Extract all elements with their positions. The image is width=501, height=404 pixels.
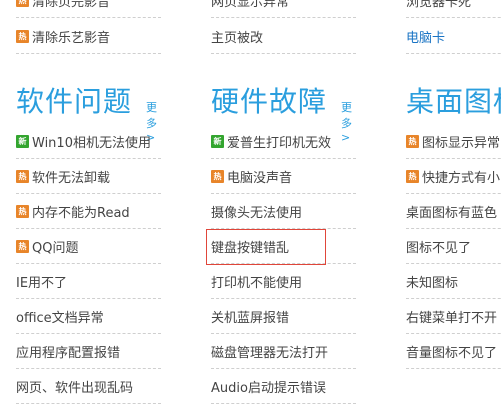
hot-badge-icon: 热 [406,169,419,183]
list-item[interactable]: 打印机不能使用 [211,264,356,299]
item-label: 打印机不能使用 [211,275,303,291]
item-label: 网页显示异常 [211,0,290,10]
list-item[interactable]: IE用不了 [16,264,161,299]
hot-badge-icon: 热 [16,169,29,183]
item-label: Win10相机无法使用 [32,135,151,151]
list-item[interactable]: 音量图标不见了 [406,334,501,369]
item-label: office文档异常 [16,310,104,326]
item-label: 爱普生打印机无效 [227,135,332,151]
item-label: Audio启动提示错误 [211,380,326,396]
section-title-hardware[interactable]: 硬件故障 [211,80,327,120]
top-item-1[interactable]: 网页显示异常 [211,0,356,18]
list-item[interactable]: 热 快捷方式有小 [406,159,501,194]
hot-badge-icon: 热 [406,134,419,148]
top-item-2[interactable]: 热 清除乐艺影音 [16,19,161,54]
list-item[interactable]: 网页、软件出现乱码 [16,369,161,404]
top-item-2[interactable]: 主页被改 [211,19,356,54]
item-label: 电脑卡 [406,30,446,46]
new-badge-icon: 新 [16,134,29,148]
list-item[interactable]: 热 内存不能为Read [16,194,161,229]
item-label: 右键菜单打不开 [406,310,498,326]
list-item[interactable]: 热 软件无法卸载 [16,159,161,194]
list-item[interactable]: 新 爱普生打印机无效 [211,124,356,159]
top-item-1[interactable]: 浏览器卡死 [406,0,501,18]
item-label: 应用程序配置报错 [16,345,121,361]
item-label: 内存不能为Read [32,205,130,221]
list-item[interactable]: 新 Win10相机无法使用 [16,124,161,159]
list-item[interactable]: 图标不见了 [406,229,501,264]
item-label: 快捷方式有小 [422,170,501,186]
item-label: 软件无法卸载 [32,170,111,186]
item-label: QQ问题 [32,240,79,256]
item-label: 电脑没声音 [227,170,293,186]
list-item[interactable]: 右键菜单打不开 [406,299,501,334]
item-label: 摄像头无法使用 [211,205,303,221]
item-label: 图标不见了 [406,240,472,256]
section-title-desktop-icons[interactable]: 桌面图标 [406,80,501,120]
hot-badge-icon: 热 [16,204,29,218]
list-item[interactable]: 桌面图标有蓝色 [406,194,501,229]
item-label: 关机蓝屏报错 [211,310,290,326]
item-label: IE用不了 [16,275,68,291]
list-item[interactable]: 摄像头无法使用 [211,194,356,229]
highlight-box [206,229,326,265]
item-label: 音量图标不见了 [406,345,498,361]
list-item[interactable]: 热 QQ问题 [16,229,161,264]
item-label: 图标显示异常 [422,135,501,151]
item-label: 清除页完影音 [32,0,111,10]
list-item[interactable]: office文档异常 [16,299,161,334]
hot-badge-icon: 热 [16,239,29,253]
list-item[interactable]: 热 电脑没声音 [211,159,356,194]
list-item[interactable]: 未知图标 [406,264,501,299]
list-item[interactable]: 热 图标显示异常 [406,124,501,159]
list-item[interactable]: 应用程序配置报错 [16,334,161,369]
top-item-1[interactable]: 热 清除页完影音 [16,0,161,18]
item-label: 未知图标 [406,275,459,291]
top-item-2[interactable]: 电脑卡 [406,19,501,54]
list-item[interactable]: 磁盘管理器无法打开 [211,334,356,369]
hot-badge-icon: 热 [16,0,29,7]
item-label: 桌面图标有蓝色 [406,205,498,221]
item-label: 主页被改 [211,30,264,46]
list-item[interactable]: 关机蓝屏报错 [211,299,356,334]
hot-badge-icon: 热 [211,169,224,183]
item-label: 网页、软件出现乱码 [16,380,134,396]
new-badge-icon: 新 [211,134,224,148]
section-title-software[interactable]: 软件问题 [16,80,132,120]
item-label: 浏览器卡死 [406,0,472,10]
hot-badge-icon: 热 [16,29,29,43]
item-label: 清除乐艺影音 [32,30,111,46]
item-label: 磁盘管理器无法打开 [211,345,329,361]
list-item[interactable]: Audio启动提示错误 [211,369,356,404]
